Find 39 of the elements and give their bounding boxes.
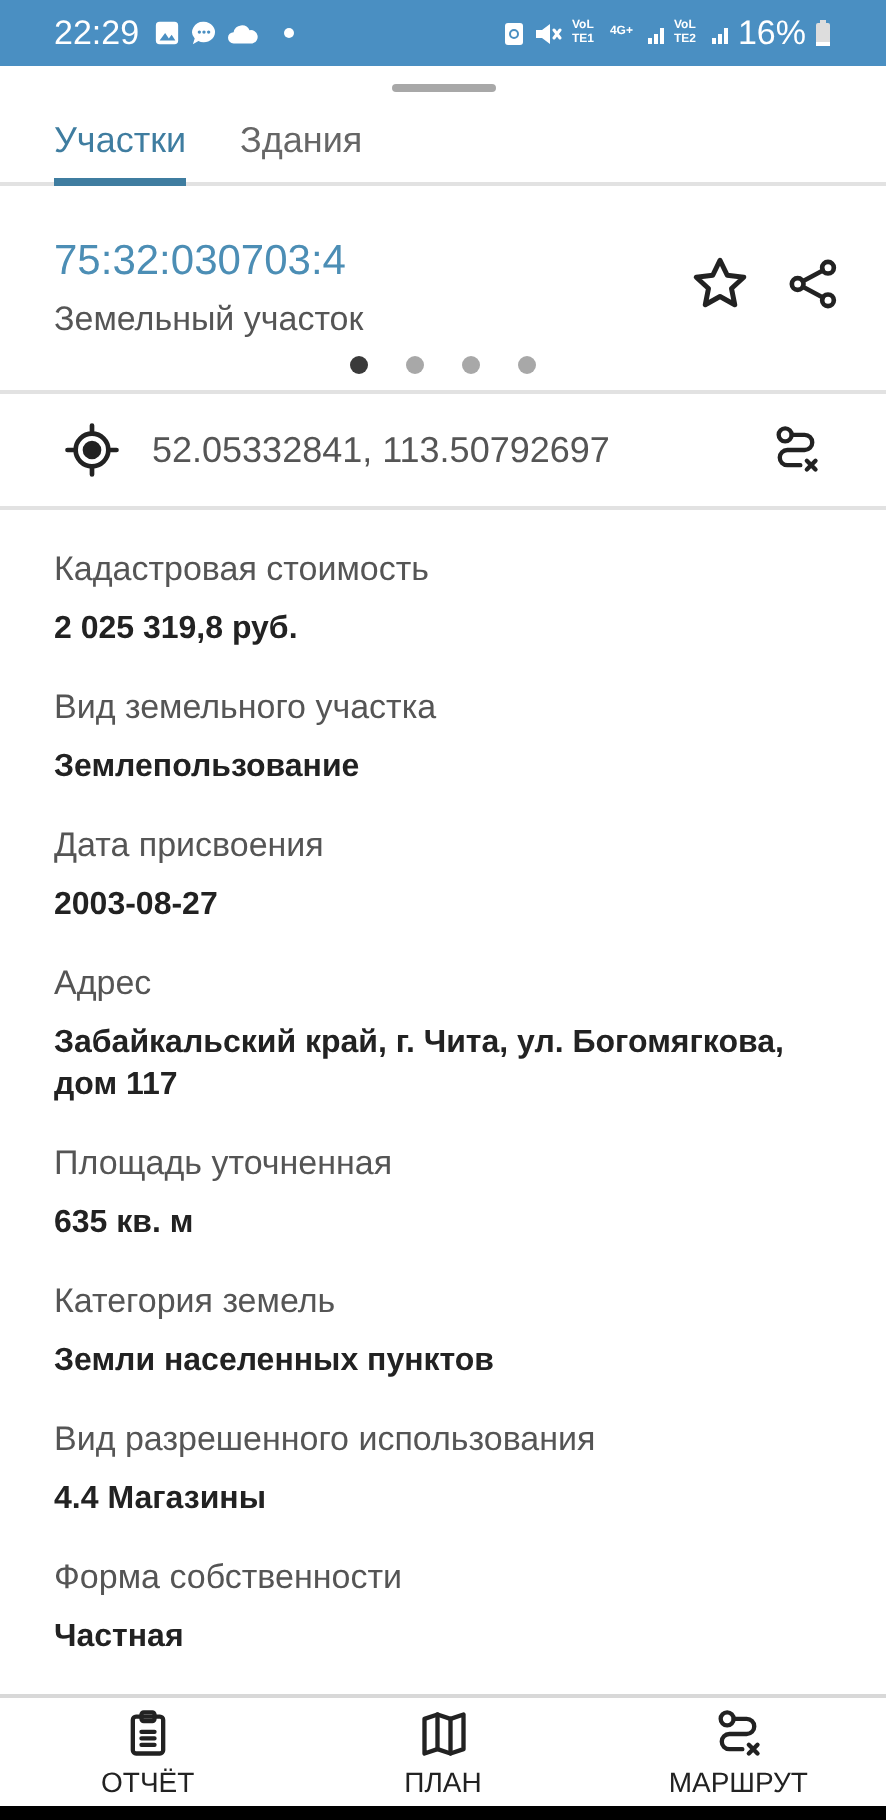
field-label: Площадь уточненная: [54, 1144, 395, 1184]
dot-icon: [283, 28, 294, 38]
field-value: Забайкальский край, г. Чита, ул. Богомягкова, дом 117: [54, 1024, 786, 1106]
field-label: Адрес: [54, 964, 154, 1004]
tab[interactable]: Здания: [240, 92, 363, 186]
cadastral-number: 75:32:030703:4: [54, 238, 348, 286]
field-label: Дата присвоения: [54, 826, 326, 866]
field-value: Землепользование: [54, 748, 362, 788]
coordinates: 52.05332841, 113.50792697: [152, 429, 612, 471]
field-value: 2 025 319,8 руб.: [54, 610, 300, 650]
field-value: Частная: [54, 1618, 186, 1658]
battery-percent: 16%: [737, 13, 806, 53]
field-label: Форма собственности: [54, 1558, 404, 1598]
field-label: Кадастровая стоимость: [54, 550, 431, 590]
signal-icon: [647, 23, 664, 43]
field-value: 635 кв. м: [54, 1204, 196, 1244]
cloud-icon: [227, 23, 258, 43]
field-value: 4.4 Магазины: [54, 1480, 268, 1520]
field-label: Категория земель: [54, 1282, 338, 1322]
image-icon: [153, 20, 180, 46]
star-icon[interactable]: [690, 253, 750, 313]
page-dot[interactable]: [518, 356, 536, 374]
tab[interactable]: Участки: [54, 92, 186, 186]
battery-icon: [816, 20, 830, 46]
chat-icon: [189, 20, 218, 46]
map-icon: [417, 1707, 469, 1759]
field-label: Вид земельного участка: [54, 688, 439, 728]
page-dot[interactable]: [462, 356, 480, 374]
field-value: 2003-08-27: [54, 886, 220, 926]
status-time: 22:29: [54, 13, 140, 53]
field-value: Земли населенных пунктов: [54, 1342, 497, 1382]
drag-handle[interactable]: [391, 84, 495, 92]
page-dot[interactable]: [350, 356, 368, 374]
field-label: Вид разрешенного использования: [54, 1420, 598, 1460]
page-dot[interactable]: [406, 356, 424, 374]
mute-icon: [533, 21, 562, 45]
object-type: Земельный участок: [54, 300, 366, 340]
signal-icon: [711, 23, 728, 43]
target-icon[interactable]: [64, 422, 120, 478]
